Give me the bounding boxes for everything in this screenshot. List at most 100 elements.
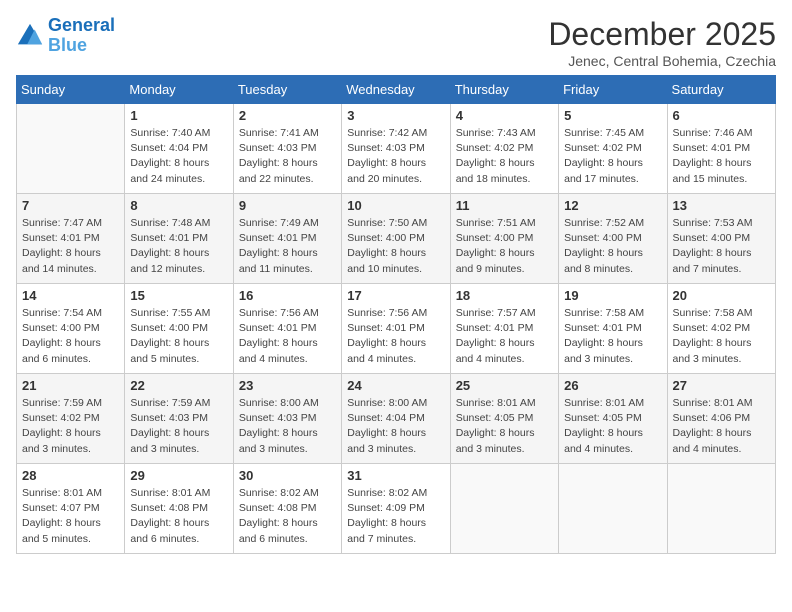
calendar-cell bbox=[450, 464, 558, 554]
day-info: Sunrise: 7:59 AM Sunset: 4:02 PM Dayligh… bbox=[22, 396, 119, 457]
calendar-cell: 15Sunrise: 7:55 AM Sunset: 4:00 PM Dayli… bbox=[125, 284, 233, 374]
day-number: 11 bbox=[456, 198, 553, 213]
day-number: 12 bbox=[564, 198, 661, 213]
calendar-cell: 9 Sunrise: 7:49 AM Sunset: 4:01 PM Daylig… bbox=[233, 194, 341, 284]
calendar-subtitle: Jenec, Central Bohemia, Czechia bbox=[548, 53, 776, 69]
day-number: 14 bbox=[22, 288, 119, 303]
day-info: Sunrise: 8:01 AM Sunset: 4:05 PM Dayligh… bbox=[456, 396, 553, 457]
calendar-cell: 17Sunrise: 7:56 AM Sunset: 4:01 PM Dayli… bbox=[342, 284, 450, 374]
week-row-5: 28 Sunrise: 8:01 AM Sunset: 4:07 PM Dayli… bbox=[17, 464, 776, 554]
day-number: 25 bbox=[456, 378, 553, 393]
day-number: 13 bbox=[673, 198, 770, 213]
day-number: 31 bbox=[347, 468, 444, 483]
calendar-cell: 16 Sunrise: 7:56 AM Sunset: 4:01 PM Dayli… bbox=[233, 284, 341, 374]
day-number: 6 bbox=[673, 108, 770, 123]
day-info: Sunrise: 8:02 AM Sunset: 4:09 PM Dayligh… bbox=[347, 486, 444, 547]
day-number: 22 bbox=[130, 378, 227, 393]
calendar-cell: 26Sunrise: 8:01 AM Sunset: 4:05 PM Dayli… bbox=[559, 374, 667, 464]
calendar-cell: 27Sunrise: 8:01 AM Sunset: 4:06 PM Dayli… bbox=[667, 374, 775, 464]
day-info: Sunrise: 8:01 AM Sunset: 4:07 PM Dayligh… bbox=[22, 486, 119, 547]
week-row-3: 14 Sunrise: 7:54 AM Sunset: 4:00 PM Dayli… bbox=[17, 284, 776, 374]
logo-icon bbox=[16, 22, 44, 50]
day-info: Sunrise: 7:51 AM Sunset: 4:00 PM Dayligh… bbox=[456, 216, 553, 277]
week-row-4: 21 Sunrise: 7:59 AM Sunset: 4:02 PM Dayli… bbox=[17, 374, 776, 464]
calendar-title: December 2025 bbox=[548, 16, 776, 53]
calendar-cell: 2 Sunrise: 7:41 AM Sunset: 4:03 PM Daylig… bbox=[233, 104, 341, 194]
calendar-cell: 24 Sunrise: 8:00 AM Sunset: 4:04 PM Dayli… bbox=[342, 374, 450, 464]
day-info: Sunrise: 7:41 AM Sunset: 4:03 PM Dayligh… bbox=[239, 126, 336, 187]
day-number: 28 bbox=[22, 468, 119, 483]
day-info: Sunrise: 7:43 AM Sunset: 4:02 PM Dayligh… bbox=[456, 126, 553, 187]
calendar-cell: 14 Sunrise: 7:54 AM Sunset: 4:00 PM Dayli… bbox=[17, 284, 125, 374]
calendar-cell: 3 Sunrise: 7:42 AM Sunset: 4:03 PM Daylig… bbox=[342, 104, 450, 194]
day-number: 8 bbox=[130, 198, 227, 213]
header-sunday: Sunday bbox=[17, 76, 125, 104]
calendar-cell: 5Sunrise: 7:45 AM Sunset: 4:02 PM Daylig… bbox=[559, 104, 667, 194]
day-number: 16 bbox=[239, 288, 336, 303]
day-info: Sunrise: 8:00 AM Sunset: 4:03 PM Dayligh… bbox=[239, 396, 336, 457]
day-info: Sunrise: 7:47 AM Sunset: 4:01 PM Dayligh… bbox=[22, 216, 119, 277]
day-info: Sunrise: 7:40 AM Sunset: 4:04 PM Dayligh… bbox=[130, 126, 227, 187]
day-info: Sunrise: 7:46 AM Sunset: 4:01 PM Dayligh… bbox=[673, 126, 770, 187]
header-wednesday: Wednesday bbox=[342, 76, 450, 104]
calendar-cell: 23 Sunrise: 8:00 AM Sunset: 4:03 PM Dayli… bbox=[233, 374, 341, 464]
week-row-1: 1 Sunrise: 7:40 AM Sunset: 4:04 PM Daylig… bbox=[17, 104, 776, 194]
day-info: Sunrise: 7:52 AM Sunset: 4:00 PM Dayligh… bbox=[564, 216, 661, 277]
day-info: Sunrise: 8:00 AM Sunset: 4:04 PM Dayligh… bbox=[347, 396, 444, 457]
day-number: 5 bbox=[564, 108, 661, 123]
day-number: 23 bbox=[239, 378, 336, 393]
day-number: 30 bbox=[239, 468, 336, 483]
day-number: 21 bbox=[22, 378, 119, 393]
day-number: 9 bbox=[239, 198, 336, 213]
header-monday: Monday bbox=[125, 76, 233, 104]
day-info: Sunrise: 7:49 AM Sunset: 4:01 PM Dayligh… bbox=[239, 216, 336, 277]
calendar-cell: 30 Sunrise: 8:02 AM Sunset: 4:08 PM Dayli… bbox=[233, 464, 341, 554]
day-number: 15 bbox=[130, 288, 227, 303]
calendar-cell: 20 Sunrise: 7:58 AM Sunset: 4:02 PM Dayli… bbox=[667, 284, 775, 374]
calendar-cell: 8 Sunrise: 7:48 AM Sunset: 4:01 PM Daylig… bbox=[125, 194, 233, 284]
day-info: Sunrise: 7:59 AM Sunset: 4:03 PM Dayligh… bbox=[130, 396, 227, 457]
day-info: Sunrise: 7:58 AM Sunset: 4:02 PM Dayligh… bbox=[673, 306, 770, 367]
day-number: 2 bbox=[239, 108, 336, 123]
calendar-cell: 11 Sunrise: 7:51 AM Sunset: 4:00 PM Dayli… bbox=[450, 194, 558, 284]
day-info: Sunrise: 7:56 AM Sunset: 4:01 PM Dayligh… bbox=[347, 306, 444, 367]
calendar-cell bbox=[559, 464, 667, 554]
calendar-cell: 12 Sunrise: 7:52 AM Sunset: 4:00 PM Dayli… bbox=[559, 194, 667, 284]
calendar-cell: 25 Sunrise: 8:01 AM Sunset: 4:05 PM Dayli… bbox=[450, 374, 558, 464]
logo: GeneralBlue bbox=[16, 16, 115, 56]
calendar-cell: 19Sunrise: 7:58 AM Sunset: 4:01 PM Dayli… bbox=[559, 284, 667, 374]
calendar-cell: 28 Sunrise: 8:01 AM Sunset: 4:07 PM Dayli… bbox=[17, 464, 125, 554]
day-number: 7 bbox=[22, 198, 119, 213]
calendar-cell: 7 Sunrise: 7:47 AM Sunset: 4:01 PM Daylig… bbox=[17, 194, 125, 284]
calendar-cell: 13Sunrise: 7:53 AM Sunset: 4:00 PM Dayli… bbox=[667, 194, 775, 284]
calendar-cell: 4 Sunrise: 7:43 AM Sunset: 4:02 PM Daylig… bbox=[450, 104, 558, 194]
day-number: 3 bbox=[347, 108, 444, 123]
day-number: 19 bbox=[564, 288, 661, 303]
calendar-cell bbox=[17, 104, 125, 194]
day-info: Sunrise: 8:02 AM Sunset: 4:08 PM Dayligh… bbox=[239, 486, 336, 547]
day-number: 1 bbox=[130, 108, 227, 123]
calendar-cell: 1 Sunrise: 7:40 AM Sunset: 4:04 PM Daylig… bbox=[125, 104, 233, 194]
calendar-cell: 31 Sunrise: 8:02 AM Sunset: 4:09 PM Dayli… bbox=[342, 464, 450, 554]
day-number: 29 bbox=[130, 468, 227, 483]
header-friday: Friday bbox=[559, 76, 667, 104]
calendar-table: SundayMondayTuesdayWednesdayThursdayFrid… bbox=[16, 75, 776, 554]
calendar-cell: 18Sunrise: 7:57 AM Sunset: 4:01 PM Dayli… bbox=[450, 284, 558, 374]
calendar-cell: 6 Sunrise: 7:46 AM Sunset: 4:01 PM Daylig… bbox=[667, 104, 775, 194]
day-info: Sunrise: 7:48 AM Sunset: 4:01 PM Dayligh… bbox=[130, 216, 227, 277]
page-header: GeneralBlue December 2025 Jenec, Central… bbox=[16, 16, 776, 69]
day-info: Sunrise: 7:50 AM Sunset: 4:00 PM Dayligh… bbox=[347, 216, 444, 277]
day-number: 24 bbox=[347, 378, 444, 393]
day-number: 4 bbox=[456, 108, 553, 123]
day-number: 20 bbox=[673, 288, 770, 303]
day-info: Sunrise: 7:42 AM Sunset: 4:03 PM Dayligh… bbox=[347, 126, 444, 187]
day-info: Sunrise: 7:56 AM Sunset: 4:01 PM Dayligh… bbox=[239, 306, 336, 367]
day-info: Sunrise: 7:54 AM Sunset: 4:00 PM Dayligh… bbox=[22, 306, 119, 367]
calendar-cell: 22 Sunrise: 7:59 AM Sunset: 4:03 PM Dayli… bbox=[125, 374, 233, 464]
calendar-cell bbox=[667, 464, 775, 554]
logo-text: GeneralBlue bbox=[48, 16, 115, 56]
day-number: 27 bbox=[673, 378, 770, 393]
title-area: December 2025 Jenec, Central Bohemia, Cz… bbox=[548, 16, 776, 69]
day-info: Sunrise: 8:01 AM Sunset: 4:05 PM Dayligh… bbox=[564, 396, 661, 457]
day-number: 10 bbox=[347, 198, 444, 213]
